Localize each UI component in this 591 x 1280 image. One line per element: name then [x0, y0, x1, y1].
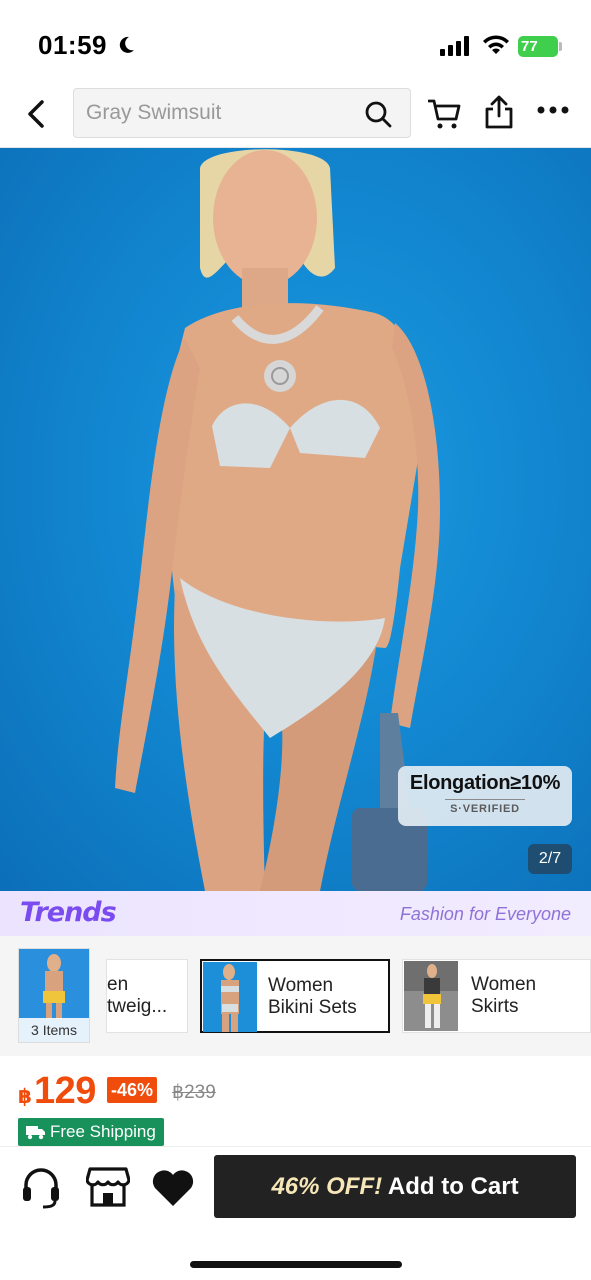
- cart-icon[interactable]: [428, 98, 462, 130]
- trends-carousel[interactable]: 3 Items en tweig... Women Bikini Sets Wo…: [0, 936, 591, 1056]
- elongation-badge-title: Elongation≥10%: [409, 772, 561, 794]
- elongation-badge: Elongation≥10% S·VERIFIED: [398, 766, 572, 826]
- battery-tip: [559, 42, 562, 51]
- back-arrow-icon[interactable]: [22, 98, 54, 130]
- skirts-thumbnail: [404, 961, 458, 1031]
- trend-thumbnail-image: [19, 949, 89, 1019]
- search-box[interactable]: [73, 88, 411, 138]
- free-shipping-label: Free Shipping: [50, 1122, 156, 1141]
- status-bar: 01:59 77: [0, 0, 591, 80]
- add-to-cart-button[interactable]: 46% OFF! Add to Cart: [214, 1155, 576, 1218]
- battery-indicator: 77: [518, 36, 562, 57]
- product-image-carousel[interactable]: Elongation≥10% S·VERIFIED 2/7: [0, 148, 591, 891]
- search-icon[interactable]: [364, 100, 392, 128]
- free-shipping-badge: Free Shipping: [18, 1118, 164, 1146]
- trends-tagline: Fashion for Everyone: [399, 904, 571, 924]
- trend-card-label-line1: en: [107, 974, 129, 995]
- trend-items-count: 3 Items: [19, 1018, 89, 1042]
- nav-bar: [0, 80, 591, 148]
- trend-card-label-line2: Skirts: [471, 996, 519, 1017]
- original-price: ฿239: [172, 1082, 216, 1103]
- home-indicator[interactable]: [190, 1261, 402, 1268]
- trends-banner[interactable]: Trends Fashion for Everyone: [0, 891, 591, 936]
- trend-card-label-line2: tweig...: [107, 996, 168, 1017]
- trend-card-partial[interactable]: en tweig...: [106, 959, 188, 1033]
- badge-divider: [445, 799, 525, 800]
- cart-button-label: Add to Cart: [387, 1173, 519, 1200]
- status-time: 01:59: [38, 30, 107, 60]
- trends-logo: Trends: [20, 897, 117, 928]
- price-currency: ฿: [18, 1086, 32, 1108]
- battery-level: 77: [518, 36, 558, 57]
- sale-price: 129: [34, 1070, 96, 1112]
- cellular-signal-icon: [440, 36, 469, 56]
- customer-support-icon[interactable]: [20, 1165, 62, 1209]
- bottom-action-bar: 46% OFF! Add to Cart: [0, 1146, 591, 1280]
- trend-card-label-line2: Bikini Sets: [268, 997, 357, 1018]
- elongation-badge-subtitle: S·VERIFIED: [450, 803, 520, 815]
- more-options-icon[interactable]: [536, 104, 570, 116]
- discount-badge: -46%: [107, 1077, 158, 1103]
- store-icon[interactable]: [86, 1167, 130, 1207]
- trend-card-label-line1: Women: [471, 974, 537, 995]
- cart-button-discount: 46% OFF!: [271, 1173, 383, 1200]
- truck-icon: [26, 1126, 45, 1140]
- moon-icon: [119, 36, 134, 53]
- trend-collection-thumbnail[interactable]: 3 Items: [18, 948, 90, 1043]
- image-page-indicator: 2/7: [528, 844, 572, 874]
- price-section: ฿ 129 -46% ฿239 Free Shipping: [0, 1056, 591, 1146]
- wishlist-heart-icon[interactable]: [151, 1169, 195, 1207]
- share-icon[interactable]: [484, 95, 514, 129]
- search-input[interactable]: [86, 89, 356, 137]
- trend-card-label-line1: Women: [268, 975, 334, 996]
- trend-card-skirts[interactable]: Women Skirts: [402, 959, 591, 1033]
- trend-card-bikini-sets[interactable]: Women Bikini Sets: [200, 959, 390, 1033]
- wifi-icon: [483, 35, 509, 54]
- bikini-sets-thumbnail: [203, 962, 257, 1032]
